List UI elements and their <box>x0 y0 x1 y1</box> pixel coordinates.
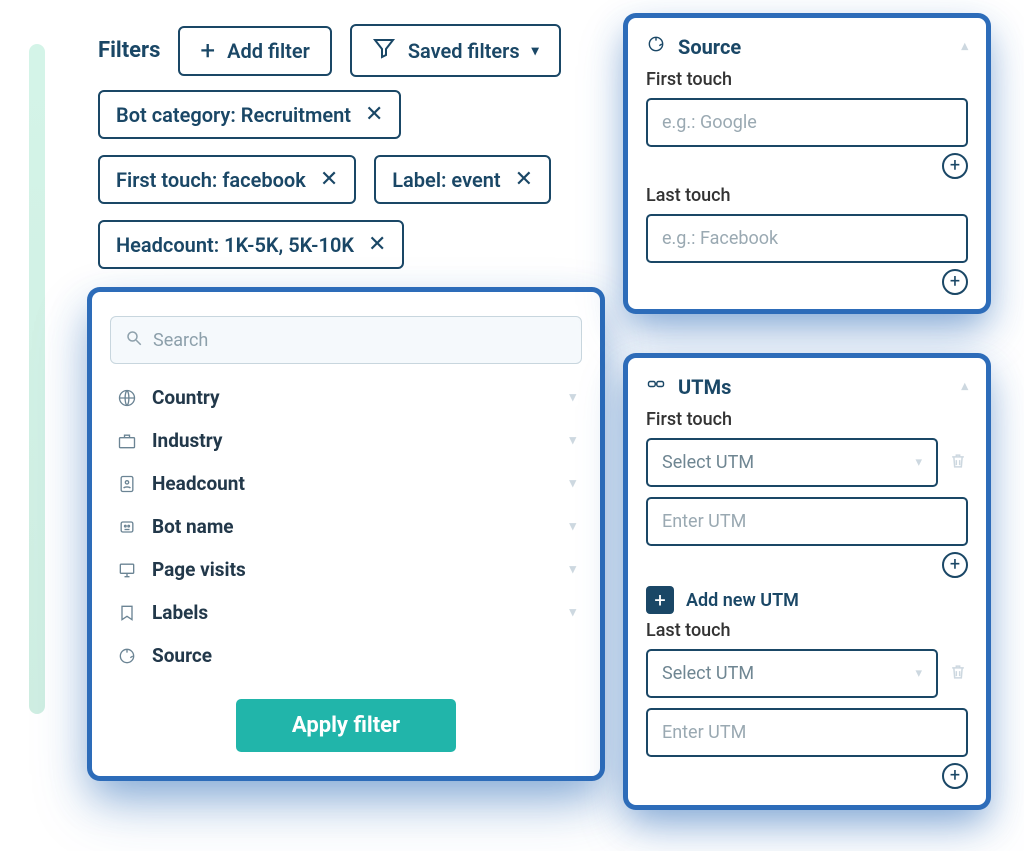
chevron-down-icon: ▾ <box>569 433 576 448</box>
chevron-down-icon: ▾ <box>569 519 576 534</box>
source-icon <box>116 646 138 666</box>
filter-search-box[interactable] <box>110 316 582 364</box>
add-filter-label: Add filter <box>227 39 310 63</box>
close-icon[interactable]: ✕ <box>515 167 533 192</box>
briefcase-icon <box>116 431 138 451</box>
decorative-sidebar-bar <box>29 44 45 714</box>
chevron-down-icon: ▾ <box>569 605 576 620</box>
last-touch-label: Last touch <box>646 185 968 206</box>
first-touch-utm-select[interactable]: Select UTM ▾ <box>646 438 938 487</box>
filter-item-headcount[interactable]: Headcount ▾ <box>110 462 582 505</box>
filter-item-page-visits[interactable]: Page visits ▾ <box>110 548 582 591</box>
active-filter-chips: Bot category: Recruitment ✕ First touch:… <box>98 90 551 269</box>
filter-item-label: Country <box>152 386 220 409</box>
add-first-touch-source-button[interactable]: + <box>942 153 968 179</box>
last-touch-utm-input[interactable]: Enter UTM <box>646 708 968 757</box>
filter-item-label: Bot name <box>152 515 234 538</box>
filter-item-label: Headcount <box>152 472 245 495</box>
filter-chip[interactable]: Headcount: 1K-5K, 5K-10K ✕ <box>98 220 404 269</box>
saved-filters-button[interactable]: Saved filters ▾ <box>350 24 561 77</box>
utms-panel-header[interactable]: UTMs ▴ <box>646 374 968 399</box>
filter-item-source[interactable]: Source <box>110 634 582 677</box>
search-input[interactable] <box>153 330 567 351</box>
add-new-utm-label: Add new UTM <box>686 590 799 611</box>
funnel-icon <box>372 36 396 65</box>
chevron-down-icon: ▾ <box>532 43 539 59</box>
bot-icon <box>116 517 138 537</box>
add-new-utm-button[interactable]: + Add new UTM <box>646 586 968 614</box>
last-touch-source-input[interactable]: e.g.: Facebook <box>646 214 968 263</box>
source-panel: Source ▴ First touch e.g.: Google + Last… <box>628 18 986 309</box>
chevron-down-icon: ▾ <box>569 390 576 405</box>
person-badge-icon <box>116 474 138 494</box>
close-icon[interactable]: ✕ <box>365 102 383 127</box>
plus-icon: + <box>200 38 215 64</box>
panel-title: UTMs <box>678 375 731 399</box>
bookmark-icon <box>116 603 138 623</box>
filter-chip[interactable]: Label: event ✕ <box>374 155 551 204</box>
chevron-up-icon[interactable]: ▴ <box>961 39 968 54</box>
first-touch-source-input[interactable]: e.g.: Google <box>646 98 968 147</box>
saved-filters-label: Saved filters <box>408 39 520 63</box>
chevron-up-icon[interactable]: ▴ <box>961 379 968 394</box>
add-last-touch-utm-button[interactable]: + <box>942 763 968 789</box>
search-icon <box>125 329 143 351</box>
monitor-icon <box>116 560 138 580</box>
select-placeholder: Select UTM <box>662 452 754 473</box>
filter-chip-text: Bot category: Recruitment <box>116 103 351 127</box>
filter-chip[interactable]: First touch: facebook ✕ <box>98 155 356 204</box>
first-touch-label: First touch <box>646 69 968 90</box>
add-filter-button[interactable]: + Add filter <box>178 26 331 76</box>
filter-chip-text: Headcount: 1K-5K, 5K-10K <box>116 233 354 257</box>
filter-chip[interactable]: Bot category: Recruitment ✕ <box>98 90 401 139</box>
source-panel-header[interactable]: Source ▴ <box>646 34 968 59</box>
filter-item-industry[interactable]: Industry ▾ <box>110 419 582 462</box>
source-icon <box>646 34 666 59</box>
trash-icon[interactable] <box>948 451 968 475</box>
filter-item-bot-name[interactable]: Bot name ▾ <box>110 505 582 548</box>
apply-filter-button[interactable]: Apply filter <box>236 699 456 752</box>
utm-first-touch-label: First touch <box>646 409 968 430</box>
filter-category-list: Country ▾ Industry ▾ Headcount ▾ Bot nam… <box>110 376 582 677</box>
filters-title: Filters <box>98 38 160 63</box>
filter-chip-text: Label: event <box>392 168 500 192</box>
filters-header: Filters + Add filter Saved filters ▾ <box>98 24 561 77</box>
add-first-touch-utm-button[interactable]: + <box>942 552 968 578</box>
add-last-touch-source-button[interactable]: + <box>942 269 968 295</box>
globe-icon <box>116 388 138 408</box>
first-touch-utm-input[interactable]: Enter UTM <box>646 497 968 546</box>
panel-title: Source <box>678 35 741 59</box>
trash-icon[interactable] <box>948 662 968 686</box>
utm-icon <box>646 374 666 399</box>
filter-chip-text: First touch: facebook <box>116 168 306 192</box>
select-placeholder: Select UTM <box>662 663 754 684</box>
utm-last-touch-label: Last touch <box>646 620 968 641</box>
filter-item-label: Industry <box>152 429 222 452</box>
chevron-down-icon: ▾ <box>915 666 922 681</box>
close-icon[interactable]: ✕ <box>320 167 338 192</box>
filter-item-country[interactable]: Country ▾ <box>110 376 582 419</box>
last-touch-utm-select[interactable]: Select UTM ▾ <box>646 649 938 698</box>
chevron-down-icon: ▾ <box>569 476 576 491</box>
close-icon[interactable]: ✕ <box>368 232 386 257</box>
chevron-down-icon: ▾ <box>915 455 922 470</box>
plus-icon: + <box>646 586 674 614</box>
chevron-down-icon: ▾ <box>569 562 576 577</box>
filter-item-label: Source <box>152 644 212 667</box>
filter-selection-panel: Country ▾ Industry ▾ Headcount ▾ Bot nam… <box>92 292 600 776</box>
filter-item-labels[interactable]: Labels ▾ <box>110 591 582 634</box>
utms-panel: UTMs ▴ First touch Select UTM ▾ Enter UT… <box>628 358 986 805</box>
filter-item-label: Page visits <box>152 558 246 581</box>
filter-item-label: Labels <box>152 601 208 624</box>
